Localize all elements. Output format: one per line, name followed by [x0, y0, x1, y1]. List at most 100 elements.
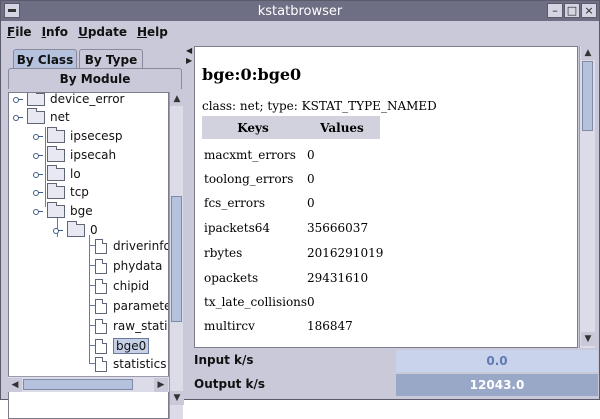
row-key: fcs_errors [204, 196, 266, 210]
input-rate-label: Input k/s [194, 353, 254, 367]
folder-icon [47, 145, 65, 162]
tree-leaf[interactable]: driverinfo [95, 237, 168, 255]
pane-splitter[interactable]: ◀ ▶ [186, 46, 193, 351]
document-icon [95, 356, 107, 372]
tree-node[interactable]: device_error [13, 92, 125, 108]
minimize-button[interactable]: – [547, 3, 563, 18]
folder-icon [47, 164, 65, 181]
tree-node[interactable]: lo [33, 164, 81, 183]
tab-by-type[interactable]: By Type [79, 49, 143, 69]
tree-node-label: lo [70, 167, 81, 181]
tree-leaf[interactable]: statistics [95, 355, 167, 373]
scrollbar-thumb[interactable] [582, 61, 593, 131]
collapse-left-icon[interactable]: ◀ [186, 46, 192, 55]
output-rate-label: Output k/s [194, 377, 266, 391]
row-value: 186847 [307, 319, 353, 333]
app-window: kstatbrowser – □ × File Info Update Help… [0, 0, 600, 419]
row-key: rbytes [204, 246, 243, 260]
tree-horizontal-scrollbar[interactable]: ◀ ▶ [8, 376, 169, 392]
scroll-up-arrow-icon[interactable]: ▲ [170, 92, 184, 106]
menu-file[interactable]: File [7, 25, 32, 39]
input-rate-value: 0.0 [396, 350, 598, 372]
folder-icon [47, 182, 65, 199]
expand-right-icon[interactable]: ▶ [186, 56, 192, 65]
document-icon [95, 258, 107, 274]
tree-node[interactable]: ipsecesp [33, 126, 123, 145]
navigation-pane: By Class By Type By Module device_error [5, 46, 185, 419]
expand-handle-icon[interactable] [13, 94, 23, 104]
tree-node[interactable]: bge [33, 201, 93, 220]
tree-leaf-selected[interactable]: bge0 [95, 337, 150, 355]
column-header-keys: Keys [202, 116, 304, 139]
kstat-tree[interactable]: device_error net ipsecesp ipsecah lo tcp… [8, 92, 169, 419]
scroll-up-arrow-icon[interactable]: ▲ [581, 46, 595, 60]
tree-leaf[interactable]: parameters [95, 297, 168, 315]
title-bar[interactable]: kstatbrowser – □ × [1, 1, 599, 21]
row-value: 0 [307, 295, 315, 309]
scroll-left-arrow-icon[interactable]: ◀ [8, 378, 22, 392]
document-icon [95, 338, 107, 354]
expand-handle-icon[interactable] [33, 187, 43, 197]
row-key: ipackets64 [204, 221, 271, 235]
tree-node-label: net [50, 110, 70, 124]
column-header-values: Values [304, 116, 380, 139]
tree-node-label: device_error [50, 92, 125, 106]
tree-node[interactable]: net [13, 107, 70, 126]
document-icon [95, 238, 107, 254]
menu-bar: File Info Update Help [1, 21, 599, 43]
document-icon [95, 298, 107, 314]
folder-icon [67, 220, 85, 237]
menu-info[interactable]: Info [42, 25, 68, 39]
tree-node-label: raw_statistics [113, 319, 168, 333]
tree-node-label: tcp [70, 185, 89, 199]
detail-vertical-scrollbar[interactable]: ▲ ▼ [579, 46, 595, 348]
scrollbar-thumb[interactable] [23, 379, 133, 390]
folder-icon [47, 201, 65, 218]
maximize-button[interactable]: □ [564, 3, 580, 18]
tree-leaf[interactable]: phydata [95, 257, 162, 275]
detail-title: bge:0:bge0 [202, 65, 302, 84]
expand-handle-icon[interactable] [53, 225, 63, 235]
tree-node-label: phydata [113, 259, 163, 273]
tree-leaf[interactable]: raw_statistics [95, 317, 168, 335]
tab-by-class[interactable]: By Class [13, 49, 77, 69]
tree-node-label: parameters [113, 299, 168, 313]
scroll-down-arrow-icon[interactable]: ▼ [581, 332, 595, 346]
tree-node-label: ipsecesp [70, 129, 123, 143]
tree-node[interactable]: 0 [53, 220, 98, 239]
tree-leaf[interactable]: chipid [95, 277, 149, 295]
tree-node[interactable]: tcp [33, 182, 89, 201]
tree-node[interactable]: ipsecah [33, 145, 117, 164]
tree-node-label: chipid [113, 279, 150, 293]
folder-icon [27, 93, 45, 106]
close-button[interactable]: × [581, 3, 597, 18]
row-key: multircv [204, 319, 255, 333]
scroll-right-arrow-icon[interactable]: ▶ [154, 378, 168, 392]
row-key: toolong_errors [204, 172, 294, 186]
tab-by-module[interactable]: By Module [8, 68, 182, 89]
row-value: 0 [307, 196, 315, 210]
tree-node-label: bge [70, 204, 93, 218]
throughput-status: Input k/s 0.0 Output k/s 12043.0 [194, 349, 598, 399]
row-value: 0 [307, 148, 315, 162]
row-value: 29431610 [307, 271, 369, 285]
document-icon [95, 318, 107, 334]
expand-handle-icon[interactable] [33, 131, 43, 141]
window-menu-icon[interactable] [4, 3, 20, 18]
kstat-detail-pane: bge:0:bge0 class: net; type: KSTAT_TYPE_… [194, 46, 578, 348]
tree-vertical-scrollbar[interactable]: ▲ ▼ [169, 92, 184, 419]
scrollbar-thumb[interactable] [171, 196, 182, 322]
document-icon [95, 278, 107, 294]
menu-update[interactable]: Update [78, 25, 127, 39]
row-key: macxmt_errors [204, 148, 296, 162]
window-title: kstatbrowser [257, 3, 343, 19]
scroll-down-arrow-icon[interactable]: ▼ [170, 391, 184, 405]
expand-handle-icon[interactable] [13, 112, 23, 122]
row-value: 0 [307, 172, 315, 186]
expand-handle-icon[interactable] [33, 206, 43, 216]
expand-handle-icon[interactable] [33, 150, 43, 160]
tree-node-label: ipsecah [70, 148, 117, 162]
row-value: 35666037 [307, 221, 369, 235]
expand-handle-icon[interactable] [33, 169, 43, 179]
menu-help[interactable]: Help [137, 25, 168, 39]
